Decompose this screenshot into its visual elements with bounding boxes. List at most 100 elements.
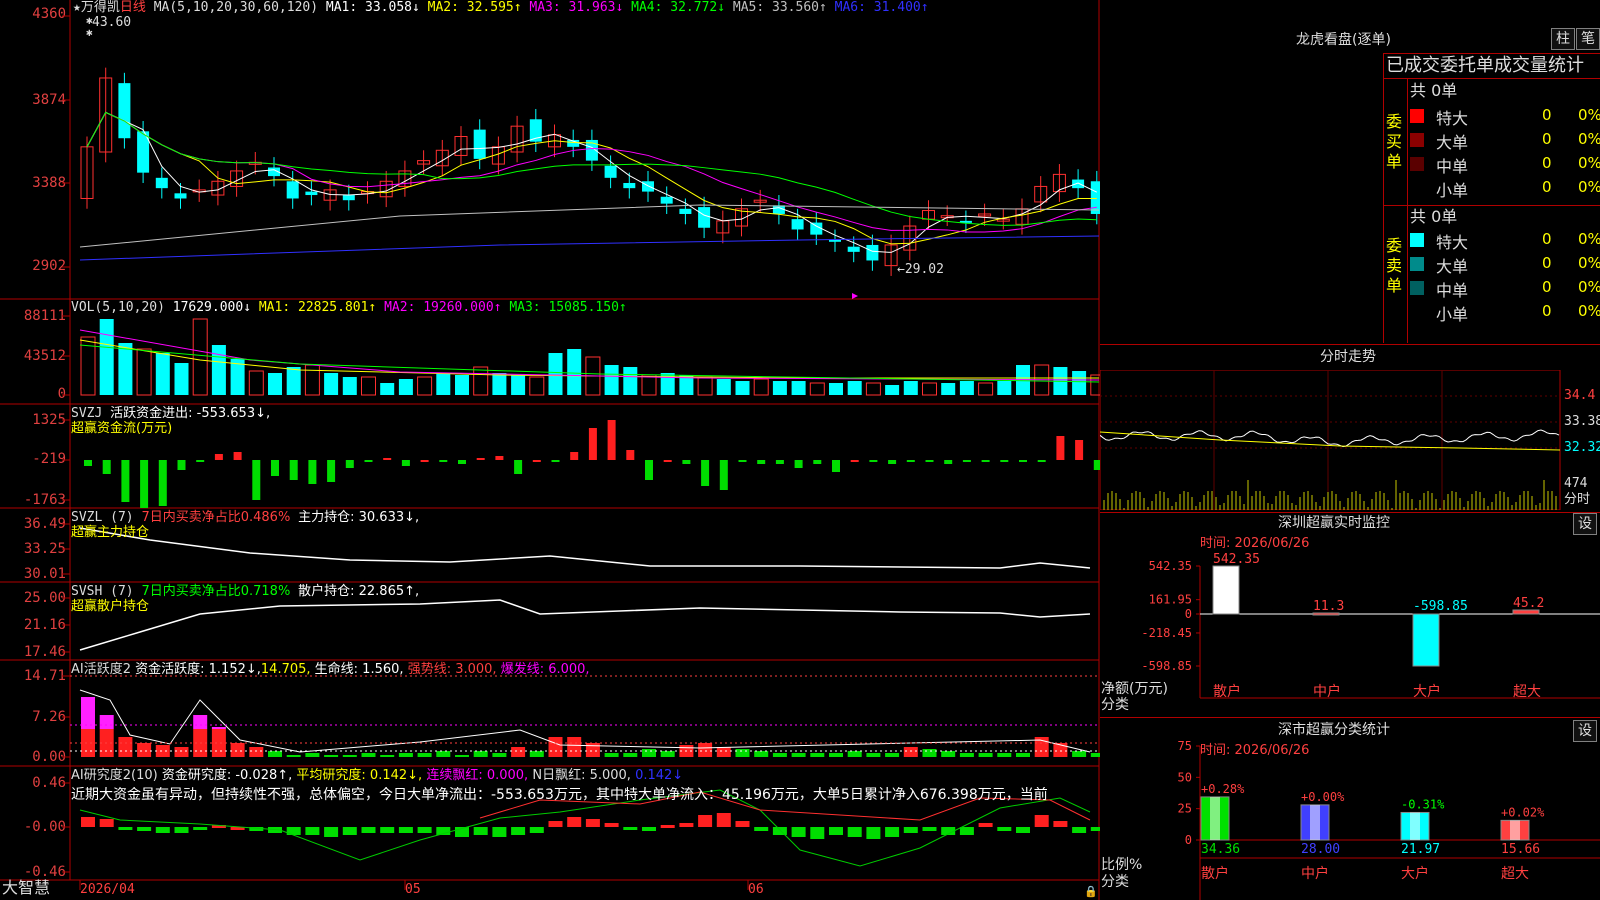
flow-bar bbox=[364, 460, 373, 462]
intraday-frame bbox=[1100, 370, 1561, 510]
buy-order-count: 0 bbox=[1542, 130, 1552, 148]
flow-bar bbox=[701, 460, 710, 486]
flow-bar bbox=[233, 452, 242, 460]
monitor-bar-label: 542.35 bbox=[1213, 552, 1260, 567]
lock-icon[interactable]: 🔒 bbox=[1084, 884, 1098, 900]
volume-bar bbox=[455, 375, 469, 395]
flow-bar bbox=[495, 456, 504, 460]
research-bar bbox=[99, 819, 114, 827]
activity-bar bbox=[398, 753, 413, 757]
candle-body bbox=[174, 193, 187, 199]
intraday-price-line bbox=[1100, 429, 1560, 448]
activity-bar bbox=[211, 729, 226, 757]
svzl-label: SVZL (7) bbox=[71, 510, 134, 525]
volume-bar bbox=[791, 381, 806, 395]
class-value-label: 21.97 bbox=[1401, 842, 1440, 857]
activity-bar bbox=[268, 751, 282, 757]
research-bar bbox=[342, 827, 357, 835]
activity-bar bbox=[978, 753, 993, 757]
flow-bar bbox=[888, 460, 897, 464]
intraday-chart[interactable] bbox=[1100, 370, 1600, 510]
kline-chart-area[interactable]: ✱ ✱ bbox=[0, 0, 1100, 900]
activity-bar bbox=[324, 755, 339, 757]
research-bar bbox=[997, 827, 1012, 831]
flow-bar bbox=[962, 460, 971, 462]
sell-order-row: 大单 0 0% bbox=[1410, 252, 1600, 276]
activity-bar bbox=[473, 751, 488, 757]
research-bar bbox=[772, 827, 787, 835]
flow-bar bbox=[906, 460, 915, 462]
ma5-value: MA5: 33.560↑ bbox=[732, 0, 827, 15]
bar-mode-button[interactable]: 柱 bbox=[1551, 28, 1575, 50]
flow-bar bbox=[289, 460, 298, 480]
color-swatch bbox=[1410, 233, 1424, 247]
research-bar bbox=[118, 827, 133, 830]
intraday-vol: 474 bbox=[1564, 476, 1588, 491]
volume-bar bbox=[641, 374, 657, 396]
research-bar bbox=[754, 827, 769, 831]
flow-bar bbox=[458, 460, 466, 464]
class-change-label: -0.31% bbox=[1401, 797, 1445, 811]
flow-bar bbox=[925, 460, 934, 462]
flow-bar bbox=[1000, 460, 1009, 462]
svsh-label: SVSH (7) bbox=[71, 584, 134, 599]
research-bar bbox=[511, 827, 526, 835]
activity-bar bbox=[249, 747, 264, 757]
monitor-category: 超大 bbox=[1513, 684, 1541, 700]
star-icon[interactable]: ★ bbox=[73, 0, 81, 15]
volume-bar bbox=[548, 353, 563, 395]
volume-bar bbox=[941, 383, 956, 395]
class-category: 大户 bbox=[1401, 865, 1429, 882]
volume-bar bbox=[211, 345, 226, 395]
volume-bar bbox=[922, 382, 937, 396]
vol-label: VOL(5,10,20) bbox=[71, 300, 165, 315]
activity-bar bbox=[417, 753, 432, 757]
sell-order-percent: 0% bbox=[1578, 278, 1600, 296]
color-swatch bbox=[1410, 305, 1424, 319]
capital-flow-bars bbox=[84, 420, 1100, 508]
activity-bar bbox=[772, 753, 787, 757]
buy-order-percent: 0% bbox=[1578, 106, 1600, 124]
ai2-header: AI研究度2(10) 资金研究度: -0.028↑, 平均研究度: 0.142↓… bbox=[71, 768, 683, 784]
volume-bar bbox=[342, 377, 357, 395]
research-bar bbox=[548, 821, 563, 827]
volume-bar bbox=[753, 378, 769, 396]
activity-bar bbox=[716, 747, 731, 757]
research-bar bbox=[885, 827, 900, 837]
volume-bar bbox=[511, 375, 526, 395]
research-bar bbox=[959, 827, 974, 835]
period-label[interactable]: 日线 bbox=[120, 0, 146, 15]
research-bar bbox=[791, 827, 806, 837]
activity-bar bbox=[155, 745, 170, 757]
svzl-subtitle: 超赢主力持仓 bbox=[71, 525, 150, 540]
monitor-bar-label: 11.3 bbox=[1313, 599, 1344, 614]
class-tick-label: 25 bbox=[1178, 802, 1192, 816]
date-label: 2026/04 bbox=[80, 882, 135, 897]
flow-bar bbox=[439, 460, 448, 462]
candle-body bbox=[604, 165, 617, 178]
buy-order-count: 0 bbox=[1542, 154, 1552, 172]
class-bar-highlight bbox=[1410, 812, 1420, 840]
volume-bar bbox=[847, 381, 862, 395]
ai2-label: AI研究度2(10) bbox=[71, 768, 158, 783]
monitor-tick-label: -218.45 bbox=[1141, 626, 1192, 640]
volume-bar bbox=[361, 376, 376, 396]
flow-bar bbox=[383, 458, 392, 460]
vol-ma1: MA1: 22825.801↑ bbox=[258, 300, 377, 315]
activity-bar bbox=[193, 715, 208, 729]
ai1-header: AI活跃度2 资金活跃度: 1.152↓,14.705, 生命线: 1.560,… bbox=[71, 662, 590, 678]
flow-bar bbox=[121, 460, 130, 502]
activity-bar bbox=[903, 747, 918, 757]
candle-body bbox=[623, 182, 636, 189]
svzj-label: SVZJ bbox=[71, 406, 103, 421]
ma-line bbox=[79, 235, 1100, 261]
svzl-hold: 主力持仓: 30.633↓, bbox=[298, 510, 420, 525]
research-bar bbox=[1053, 821, 1068, 827]
color-swatch bbox=[1410, 181, 1424, 195]
activity-bar bbox=[511, 747, 526, 757]
class-ratio-chart: 75 50 25 0 +0.28% 34.36 散户 +0.00% 28.00 中户 -0.31% 2… bbox=[1178, 739, 1600, 900]
research-bar bbox=[324, 827, 339, 837]
tick-mode-button[interactable]: 笔 bbox=[1576, 28, 1600, 50]
volume-bar bbox=[716, 379, 731, 395]
volume-bar bbox=[809, 382, 825, 396]
